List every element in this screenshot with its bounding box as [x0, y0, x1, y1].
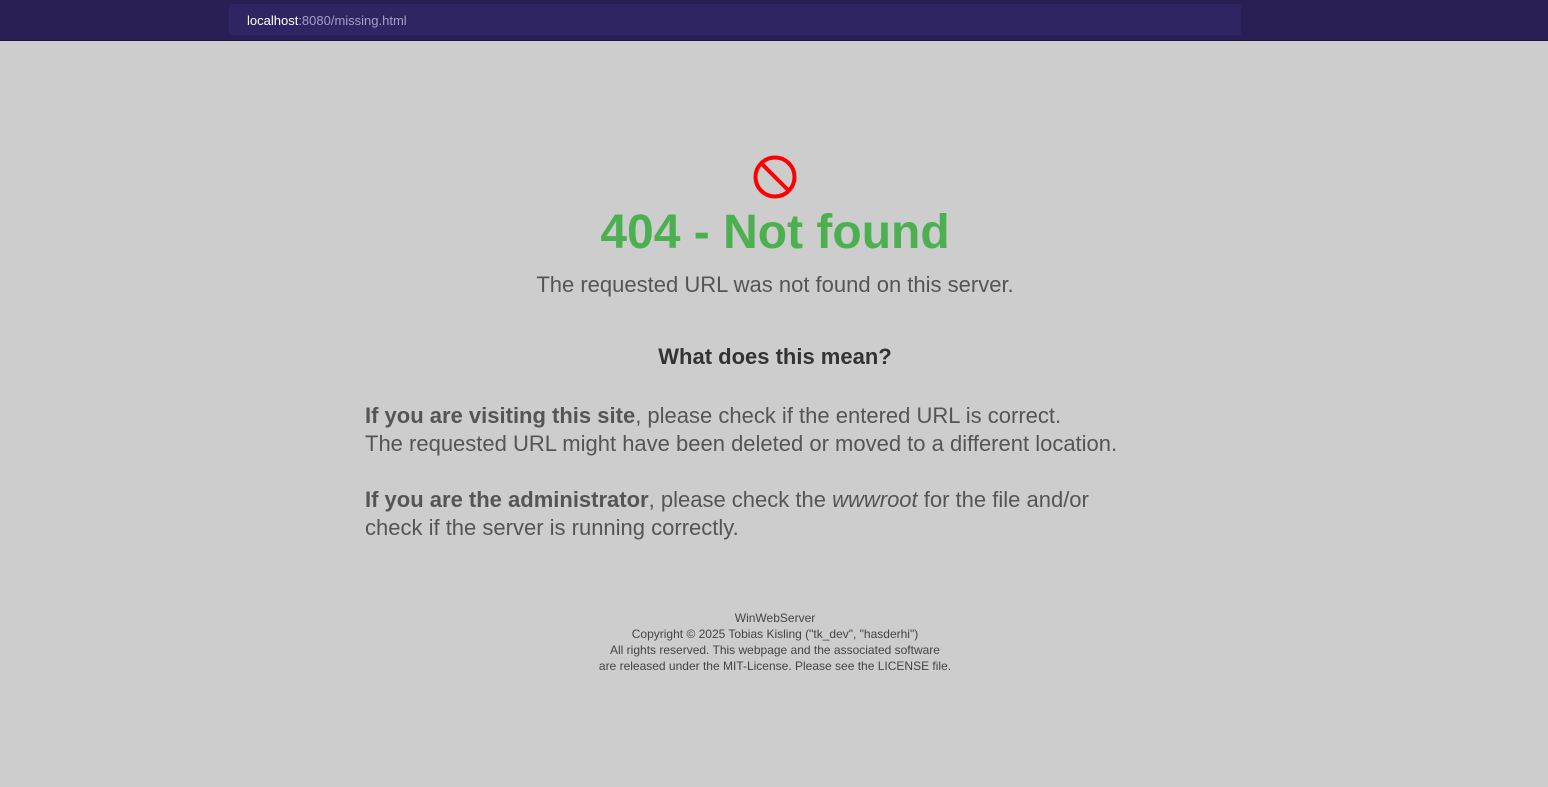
footer-copyright: Copyright © 2025 Tobias Kisling ("tk_dev… — [631, 627, 919, 641]
address-bar[interactable]: localhost:8080/missing.html — [229, 4, 1241, 35]
prohibited-icon — [752, 154, 798, 200]
visitor-lead: If you are visiting this site — [365, 403, 636, 428]
visitor-paragraph: If you are visiting this site, please ch… — [365, 402, 1265, 458]
admin-text-after: for the file and/or — [917, 487, 1089, 512]
page-subtitle: The requested URL was not found on this … — [536, 272, 1014, 297]
footer-license: are released under the MIT-License. Plea… — [598, 659, 952, 673]
visitor-line1: , please check if the entered URL is cor… — [635, 403, 1062, 428]
url-host: localhost — [247, 13, 299, 28]
admin-line2: check if the server is running correctly… — [365, 515, 739, 540]
browser-topbar: localhost:8080/missing.html — [0, 0, 1548, 41]
footer: WinWebServer Copyright © 2025 Tobias Kis… — [0, 610, 1548, 674]
admin-lead: If you are the administrator — [365, 487, 649, 512]
section-heading: What does this mean? — [658, 344, 892, 369]
visitor-line2: The requested URL might have been delete… — [365, 431, 1118, 456]
page-title: 404 - Not found — [600, 206, 950, 259]
footer-server-name: WinWebServer — [734, 611, 816, 625]
footer-rights: All rights reserved. This webpage and th… — [610, 643, 940, 657]
page-content: 404 - Not found The requested URL was no… — [0, 41, 1548, 787]
admin-emphasis: wwwroot — [832, 487, 918, 512]
url-path: :8080/missing.html — [298, 13, 407, 28]
admin-paragraph: If you are the administrator, please che… — [365, 486, 1265, 542]
admin-text-before: , please check the — [648, 487, 833, 512]
